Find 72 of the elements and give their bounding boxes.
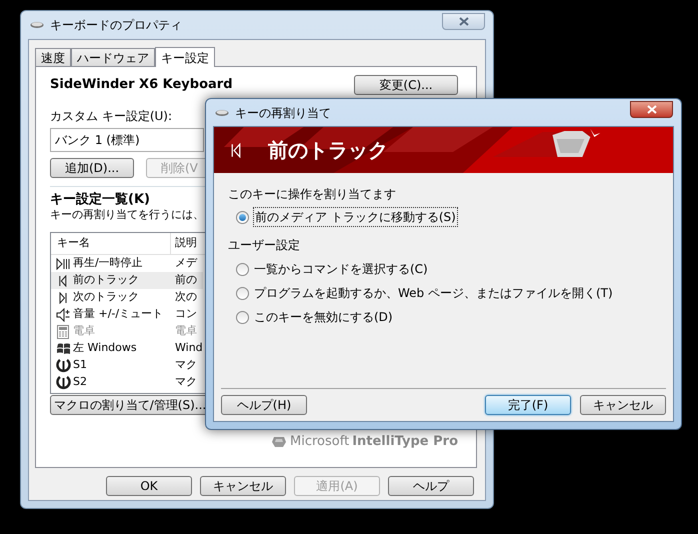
window-title: キーボードのプロパティ — [50, 17, 182, 34]
key-description: 次の — [174, 289, 197, 306]
next-track-icon — [58, 292, 68, 304]
radio-button[interactable] — [236, 310, 249, 324]
device-name: SideWinder X6 Keyboard — [50, 76, 233, 94]
dialog-title: キーの再割り当て — [235, 104, 331, 122]
add-button[interactable]: 追加(D)... — [50, 158, 134, 178]
keyboard-icon — [215, 108, 229, 116]
key-row[interactable]: 音量 +/-/ミュート コン — [51, 306, 203, 323]
keyboard-icon — [30, 21, 44, 29]
key-name: 電卓 — [73, 323, 95, 340]
close-icon — [646, 105, 656, 114]
radio-button[interactable] — [236, 262, 249, 276]
key-row[interactable]: 左 Windows Wind — [51, 340, 203, 357]
list-heading: キー設定一覧(K) — [50, 192, 150, 207]
key-description: マク — [174, 374, 197, 390]
close-icon — [458, 17, 468, 26]
key-name: 音量 +/-/ミュート — [73, 306, 164, 322]
key-row[interactable]: 再生/一時停止 メデ — [51, 255, 203, 272]
bank-dropdown[interactable]: バンク 1 (標準) — [50, 128, 204, 152]
assign-label: このキーに操作を割り当てます — [228, 186, 397, 203]
tab[interactable]: 速度 — [35, 48, 71, 66]
option-label[interactable]: 前のメディア トラックに移動する(S) — [253, 207, 458, 227]
key-name: 前のトラック — [73, 272, 139, 288]
help-button[interactable]: ヘルプ(H) — [221, 395, 307, 415]
key-description: コン — [174, 306, 197, 322]
list-hint: キーの再割り当てを行うには、 — [50, 207, 204, 222]
key-name: S2 — [73, 374, 87, 390]
key-logo-icon — [271, 436, 288, 448]
column-header[interactable]: 説明 — [171, 233, 199, 254]
key-title: 前のトラック — [268, 137, 388, 164]
dialog-button[interactable]: OK — [106, 476, 192, 496]
key-description: 前の — [174, 272, 197, 288]
close-button[interactable] — [442, 13, 485, 30]
brand-maker: Microsoft — [290, 433, 350, 451]
calculator-icon — [57, 324, 69, 338]
previous-track-icon — [230, 142, 242, 158]
key-name: 左 Windows — [73, 340, 137, 356]
key-row[interactable]: S2 マク — [51, 374, 203, 391]
column-header[interactable]: キー名 — [51, 233, 171, 254]
windows-logo-icon — [56, 342, 70, 356]
key-row[interactable]: 次のトラック 次の — [51, 289, 203, 306]
option-label[interactable]: このキーを無効にする(D) — [254, 308, 393, 326]
finish-button[interactable]: 完了(F) — [485, 395, 571, 415]
key-name: 次のトラック — [73, 289, 139, 306]
tab[interactable]: ハードウェア — [71, 48, 155, 66]
custom-label: カスタム キー設定(U): — [50, 108, 172, 125]
radio-button[interactable] — [236, 286, 249, 300]
macro-icon — [56, 358, 70, 373]
brand-product: IntelliType Pro — [352, 433, 458, 451]
user-settings-label: ユーザー設定 — [228, 237, 301, 254]
tab[interactable]: キー設定 — [155, 47, 215, 67]
key-description: メデ — [174, 255, 197, 272]
key-row[interactable]: 前のトラック 前の — [51, 272, 203, 289]
option-label[interactable]: プログラムを起動するか、Web ページ、またはファイルを開く(T) — [254, 284, 613, 302]
close-button[interactable] — [630, 101, 673, 118]
key-description: Wind — [174, 340, 203, 356]
option-label[interactable]: 一覧からコマンドを選択する(C) — [254, 260, 428, 278]
dialog-button[interactable]: キャンセル — [200, 476, 286, 496]
key-row[interactable]: S1 マク — [51, 357, 203, 374]
previous-track-icon — [58, 274, 68, 286]
speaker-icon — [56, 308, 70, 322]
cancel-button[interactable]: キャンセル — [580, 395, 666, 415]
key-description: マク — [174, 357, 197, 374]
key-name: S1 — [73, 357, 87, 374]
key-description: 電卓 — [174, 323, 197, 340]
macro-icon — [56, 375, 70, 390]
play-pause-icon — [56, 258, 70, 270]
dialog-button[interactable]: ヘルプ — [388, 476, 474, 496]
change-button[interactable]: 変更(C)... — [354, 75, 458, 95]
key-name: 再生/一時停止 — [73, 255, 143, 272]
radio-button[interactable] — [236, 210, 249, 224]
